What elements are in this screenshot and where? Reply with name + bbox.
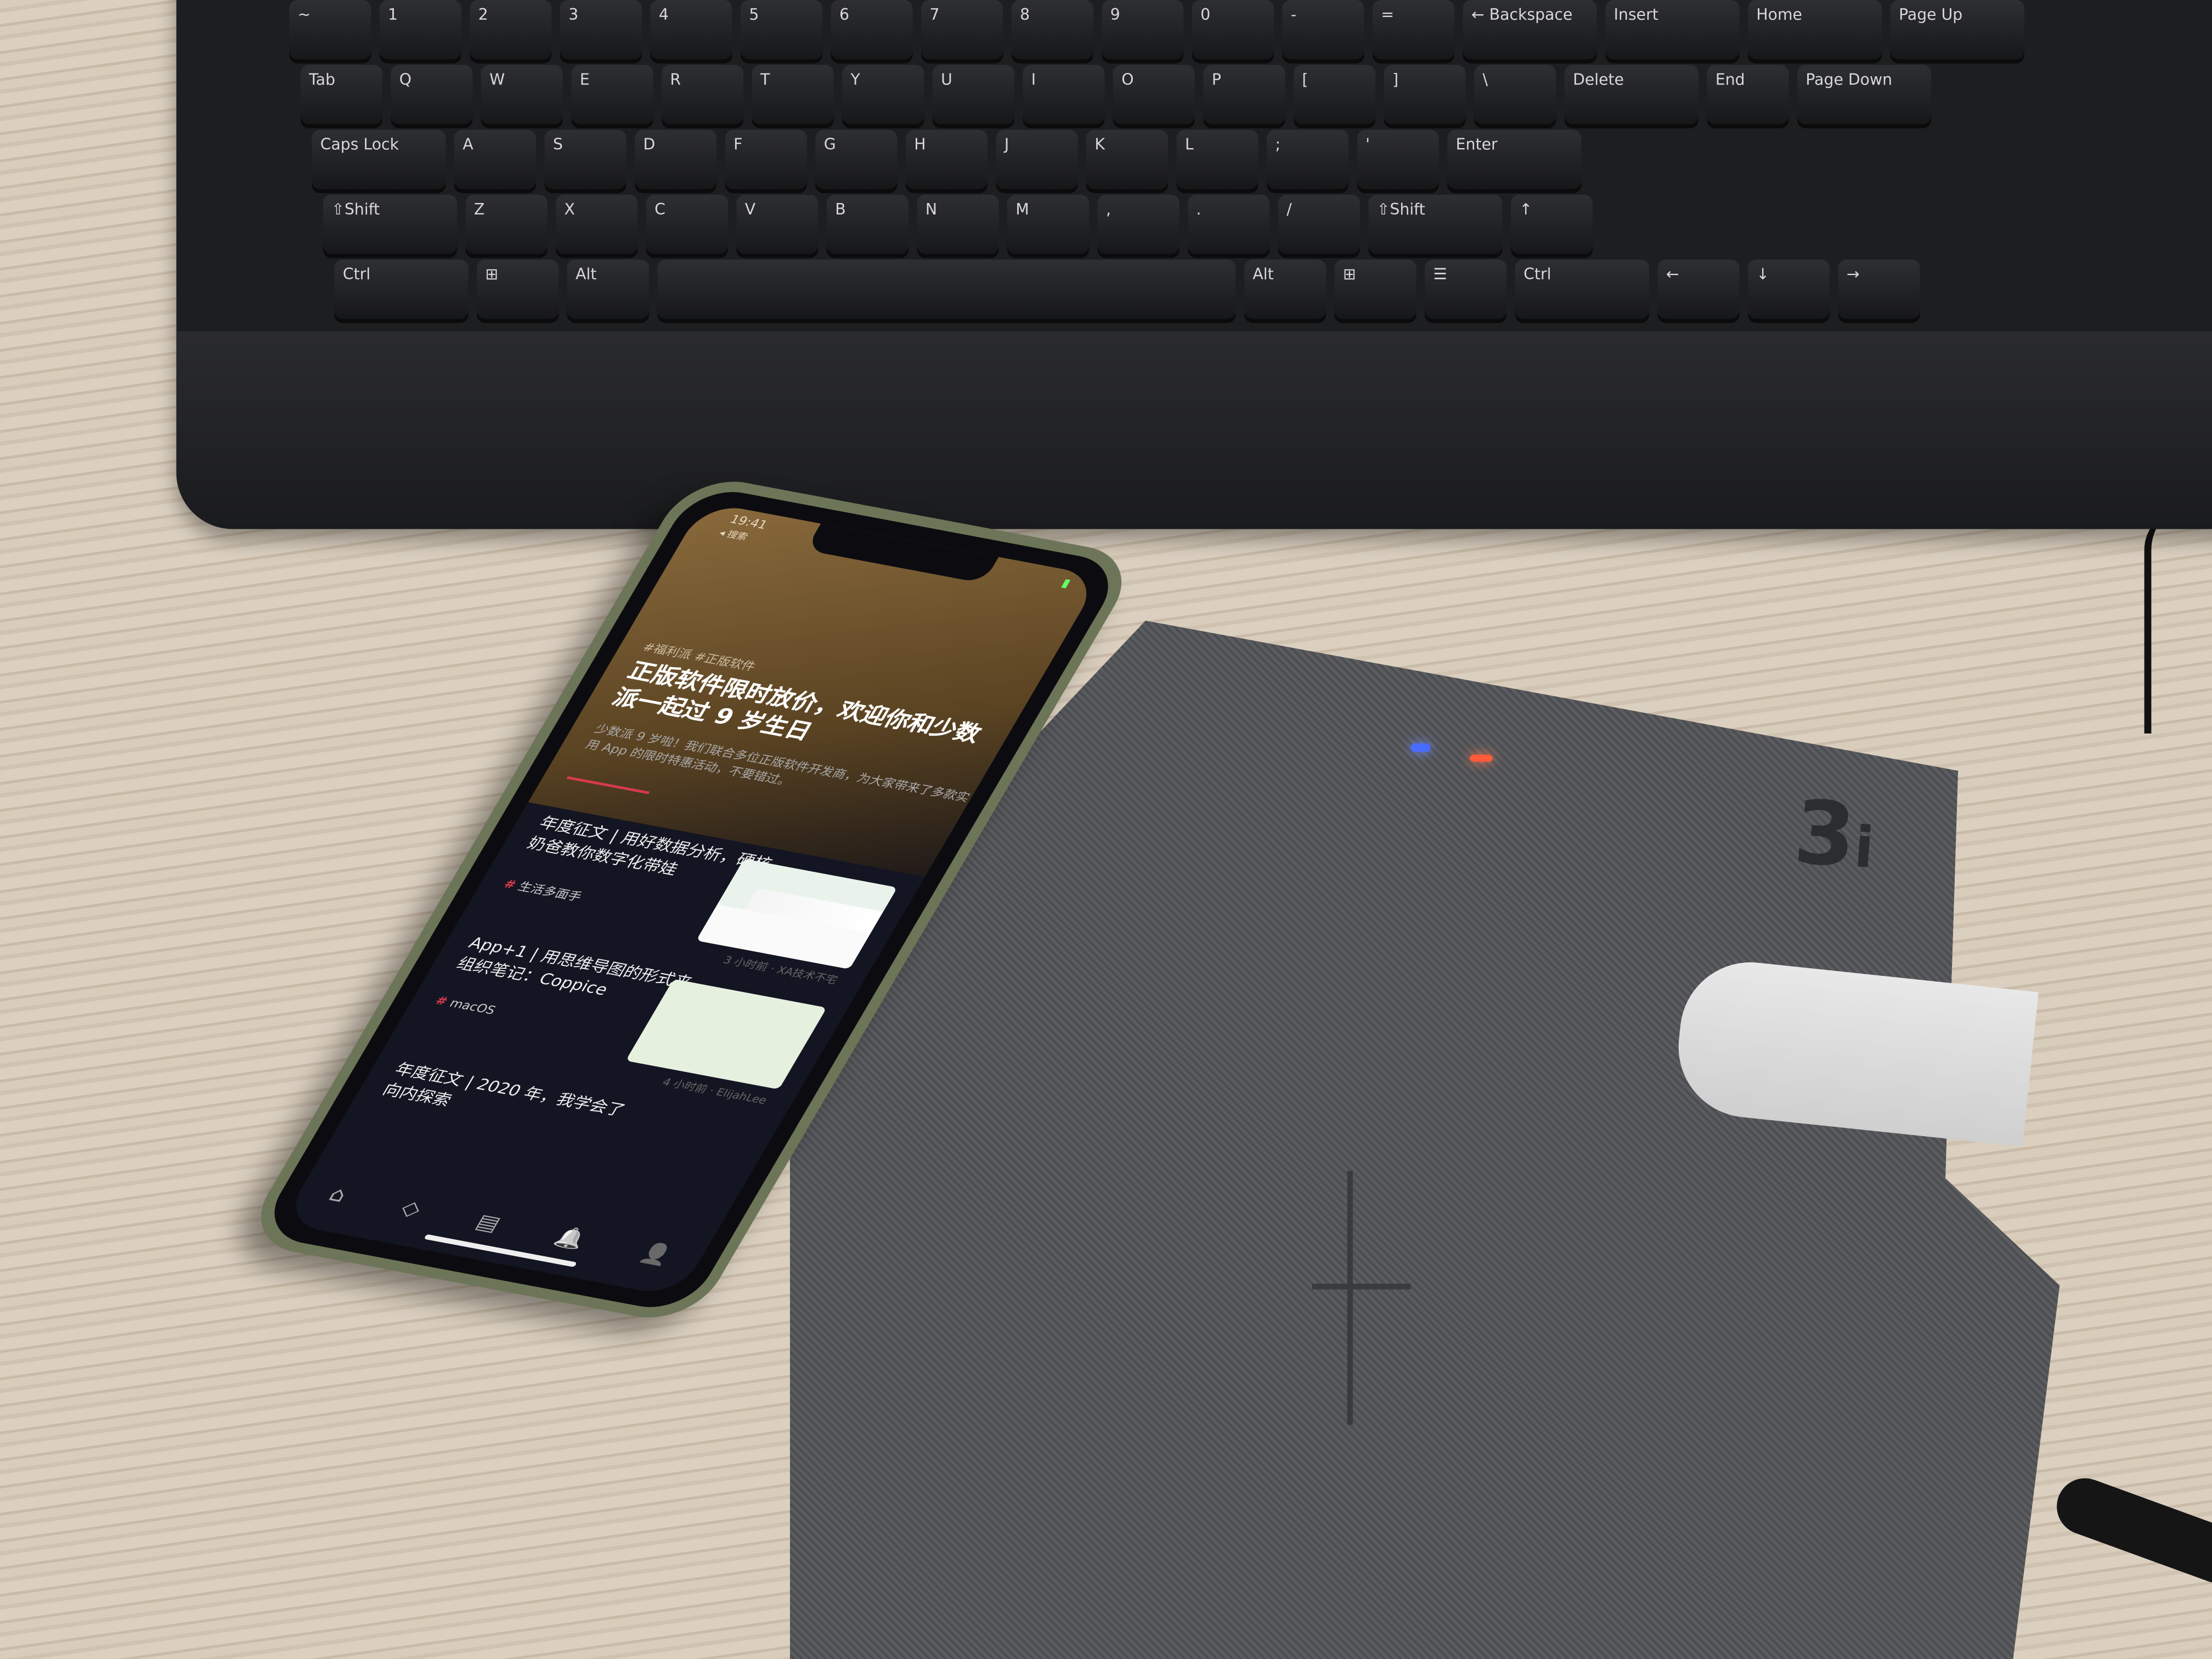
key[interactable]: Q bbox=[391, 65, 473, 125]
key[interactable]: End bbox=[1707, 65, 1789, 125]
key[interactable]: Y bbox=[842, 65, 924, 125]
bell-icon[interactable]: 🔔 bbox=[551, 1223, 591, 1251]
key-row: Tab Q W E R T Y U I O P[] \ Delete End Page Down bbox=[300, 65, 1932, 125]
key[interactable]: - bbox=[1282, 0, 1364, 59]
key[interactable]: ⊞ bbox=[1334, 259, 1417, 319]
key[interactable]: ← Backspace bbox=[1463, 0, 1597, 59]
key[interactable]: 4 bbox=[650, 0, 732, 59]
key[interactable]: Insert bbox=[1605, 0, 1740, 59]
key[interactable]: \ bbox=[1474, 65, 1556, 125]
key[interactable]: C bbox=[646, 194, 728, 254]
key[interactable]: H bbox=[905, 129, 988, 189]
key[interactable]: X bbox=[556, 194, 638, 254]
key[interactable]: Ctrl bbox=[334, 259, 469, 319]
key[interactable]: ' bbox=[1357, 129, 1439, 189]
desk-scene: ~1 2 3 4 5 6 7 8 9 0- = ← Backspace Insert Home Page U… bbox=[0, 0, 2212, 1659]
key[interactable]: W bbox=[481, 65, 563, 125]
keyboard-cable bbox=[2144, 507, 2212, 734]
key[interactable]: [ bbox=[1293, 65, 1376, 125]
key[interactable]: 0 bbox=[1192, 0, 1274, 59]
key[interactable]: / bbox=[1278, 194, 1360, 254]
key[interactable]: Page Down bbox=[1797, 65, 1932, 125]
key[interactable]: O bbox=[1113, 65, 1195, 125]
key[interactable]: F bbox=[725, 129, 807, 189]
key[interactable]: Delete bbox=[1564, 65, 1699, 125]
key[interactable]: ↑ bbox=[1510, 194, 1593, 254]
key[interactable]: S bbox=[544, 129, 627, 189]
key[interactable]: J bbox=[996, 129, 1078, 189]
charger-logo: 3i bbox=[1791, 780, 1876, 888]
key[interactable]: ] bbox=[1384, 65, 1466, 125]
key[interactable]: . bbox=[1188, 194, 1270, 254]
charge-marker-h bbox=[1312, 1283, 1411, 1290]
key[interactable]: Home bbox=[1747, 0, 1882, 59]
key[interactable]: K bbox=[1086, 129, 1169, 189]
key[interactable]: ↓ bbox=[1747, 259, 1830, 319]
key[interactable]: Page Up bbox=[1890, 0, 2024, 59]
key[interactable]: Caps Lock bbox=[312, 129, 446, 189]
key[interactable]: ← bbox=[1657, 259, 1740, 319]
key[interactable]: Ctrl bbox=[1515, 259, 1649, 319]
charge-marker bbox=[1347, 1171, 1353, 1425]
key[interactable]: Alt bbox=[1244, 259, 1327, 319]
key[interactable]: 7 bbox=[921, 0, 1003, 59]
keyboard: ~1 2 3 4 5 6 7 8 9 0- = ← Backspace Insert Home Page U… bbox=[176, 0, 2212, 529]
profile-icon[interactable]: 👤 bbox=[636, 1239, 677, 1267]
home-icon[interactable]: ⌂ bbox=[325, 1181, 352, 1206]
key[interactable]: Z bbox=[465, 194, 548, 254]
key[interactable]: 2 bbox=[470, 0, 552, 59]
key[interactable]: U bbox=[932, 65, 1014, 125]
key[interactable]: 8 bbox=[1011, 0, 1093, 59]
key[interactable]: 5 bbox=[740, 0, 823, 59]
key[interactable]: , bbox=[1097, 194, 1180, 254]
key-row: ~1 2 3 4 5 6 7 8 9 0- = ← Backspace Insert Home Page U… bbox=[289, 0, 2024, 59]
key[interactable]: P bbox=[1203, 65, 1285, 125]
explore-icon[interactable]: ◇ bbox=[397, 1194, 427, 1220]
key[interactable]: ☰ bbox=[1425, 259, 1507, 319]
key[interactable]: ⇧Shift bbox=[1368, 194, 1503, 254]
key[interactable]: → bbox=[1838, 259, 1920, 319]
key[interactable]: L bbox=[1176, 129, 1259, 189]
key-row: ⇧Shift Z X C V B N M,. / ⇧Shift ↑ bbox=[323, 194, 1593, 254]
key[interactable]: I bbox=[1023, 65, 1105, 125]
led-blue bbox=[1410, 743, 1431, 752]
key[interactable]: E bbox=[571, 65, 653, 125]
document-icon[interactable]: ▤ bbox=[472, 1209, 506, 1235]
key[interactable]: ~ bbox=[289, 0, 371, 59]
key-row: Ctrl ⊞ Alt Alt ⊞ ☰ Ctrl ← ↓ → bbox=[334, 259, 1920, 319]
key-row: Caps Lock A S D F G H J K L; ' Enter bbox=[312, 129, 1582, 189]
key[interactable]: D bbox=[635, 129, 717, 189]
usb-cable bbox=[2049, 1470, 2212, 1591]
keyboard-base bbox=[176, 331, 2212, 529]
key[interactable]: B bbox=[826, 194, 909, 254]
key[interactable] bbox=[657, 259, 1236, 319]
key[interactable]: Enter bbox=[1447, 129, 1582, 189]
key[interactable]: 1 bbox=[379, 0, 461, 59]
key[interactable]: Tab bbox=[300, 65, 382, 125]
key[interactable]: N bbox=[917, 194, 999, 254]
key[interactable]: V bbox=[736, 194, 819, 254]
key[interactable]: Alt bbox=[567, 259, 649, 319]
key[interactable]: T bbox=[752, 65, 834, 125]
key[interactable]: 6 bbox=[831, 0, 913, 59]
led-red bbox=[1470, 754, 1493, 762]
key[interactable]: R bbox=[661, 65, 744, 125]
key[interactable]: = bbox=[1372, 0, 1455, 59]
key[interactable]: ⊞ bbox=[477, 259, 559, 319]
tab-bar: ⌂ ◇ ▤ 🔔 👤 bbox=[281, 1151, 720, 1297]
key[interactable]: 3 bbox=[560, 0, 642, 59]
key[interactable]: 9 bbox=[1102, 0, 1184, 59]
key[interactable]: A bbox=[454, 129, 537, 189]
key[interactable]: ; bbox=[1267, 129, 1349, 189]
key[interactable]: M bbox=[1007, 194, 1090, 254]
key[interactable]: G bbox=[815, 129, 898, 189]
key[interactable]: ⇧Shift bbox=[323, 194, 458, 254]
article-title[interactable]: 年度征文 | 2020 年，我学会了向内探索 bbox=[378, 1059, 635, 1143]
